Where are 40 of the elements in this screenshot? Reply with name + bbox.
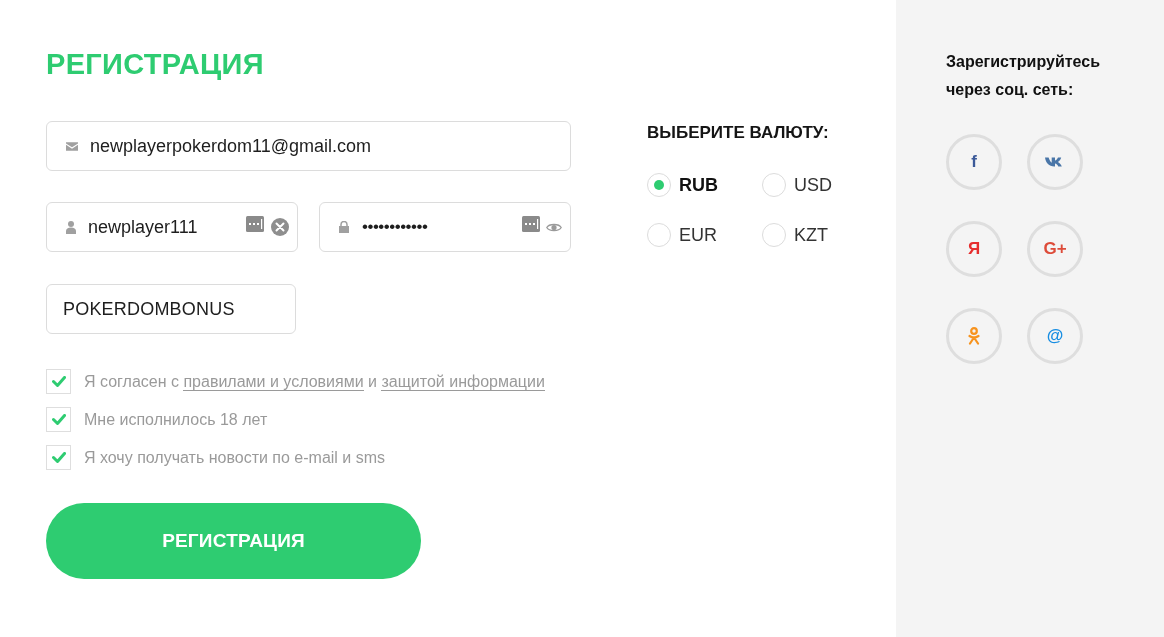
social-login-button[interactable]: @ xyxy=(1027,308,1083,364)
email-field[interactable]: newplayerpokerdom11@gmail.com xyxy=(46,121,571,171)
register-button[interactable]: РЕГИСТРАЦИЯ xyxy=(46,503,421,579)
page-title: РЕГИСТРАЦИЯ xyxy=(46,47,264,82)
password-field[interactable]: •••••••••••• xyxy=(319,202,571,252)
envelope-icon xyxy=(66,141,78,151)
check-icon xyxy=(51,414,66,425)
person-icon xyxy=(66,220,76,234)
radio-button[interactable] xyxy=(647,223,671,247)
check-icon xyxy=(51,452,66,463)
currency-label: RUB xyxy=(679,174,718,197)
social-heading: Зарегистрируйтесь через соц. сеть: xyxy=(946,52,1101,100)
dots-tile-icon xyxy=(522,216,540,232)
eye-icon[interactable] xyxy=(546,221,562,233)
radio-button[interactable] xyxy=(762,223,786,247)
agreement-text: Я согласен с правилами и условиями и защитой информации xyxy=(84,371,545,393)
radio-button[interactable] xyxy=(762,173,786,197)
dots-tile-icon xyxy=(246,216,264,232)
currency-heading: ВЫБЕРИТЕ ВАЛЮТУ: xyxy=(647,122,830,144)
social-login-button[interactable]: Я xyxy=(946,221,1002,277)
currency-label: EUR xyxy=(679,224,717,247)
checkbox[interactable] xyxy=(46,407,71,432)
promo-code-field[interactable]: POKERDOMBONUS xyxy=(46,284,296,334)
social-login-button[interactable]: G+ xyxy=(1027,221,1083,277)
agreement-text: Мне исполнилось 18 лет xyxy=(84,409,268,430)
currency-label: KZT xyxy=(794,224,828,247)
policy-link[interactable]: правилами и условиями xyxy=(183,372,364,391)
social-login-button[interactable] xyxy=(1027,134,1083,190)
check-icon xyxy=(51,376,66,387)
checkbox[interactable] xyxy=(46,369,71,394)
policy-link[interactable]: защитой информации xyxy=(381,372,545,391)
social-login-button[interactable] xyxy=(946,308,1002,364)
currency-label: USD xyxy=(794,174,832,197)
checkbox[interactable] xyxy=(46,445,71,470)
clear-icon[interactable] xyxy=(271,218,289,236)
lock-icon xyxy=(339,221,349,233)
social-login-button[interactable]: f xyxy=(946,134,1002,190)
username-field[interactable]: newplayer111 xyxy=(46,202,298,252)
agreement-text: Я хочу получать новости по e-mail и sms xyxy=(84,447,386,468)
radio-button[interactable] xyxy=(647,173,671,197)
